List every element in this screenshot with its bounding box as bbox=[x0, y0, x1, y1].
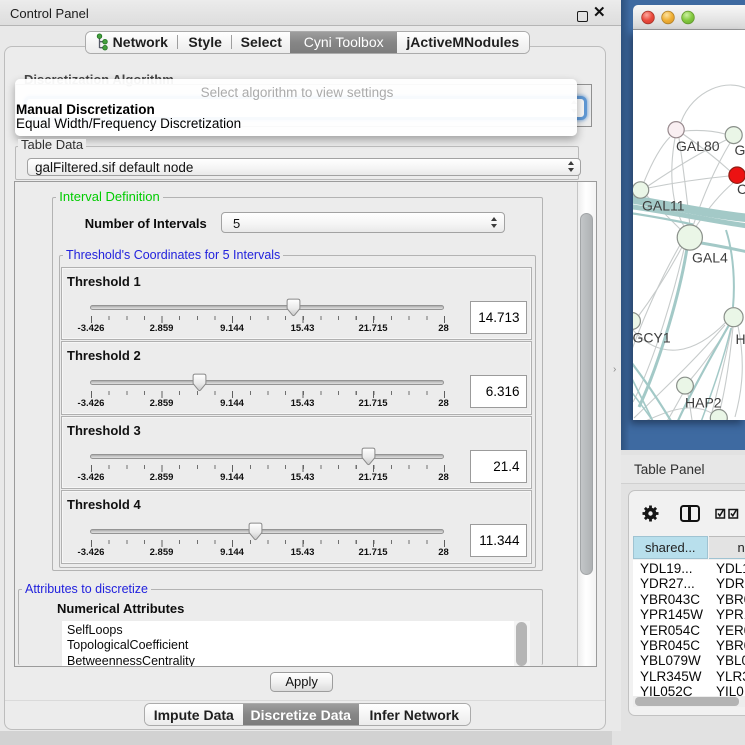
svg-text:GAL80: GAL80 bbox=[676, 138, 720, 154]
svg-text:GA: GA bbox=[735, 142, 745, 158]
svg-text:C: C bbox=[737, 181, 745, 197]
svg-text:GCY1: GCY1 bbox=[633, 330, 671, 346]
svg-text:H: H bbox=[736, 331, 745, 347]
svg-text:GAL4: GAL4 bbox=[692, 250, 728, 266]
svg-text:GAL11: GAL11 bbox=[642, 198, 685, 214]
svg-text:HAP2: HAP2 bbox=[685, 395, 722, 411]
